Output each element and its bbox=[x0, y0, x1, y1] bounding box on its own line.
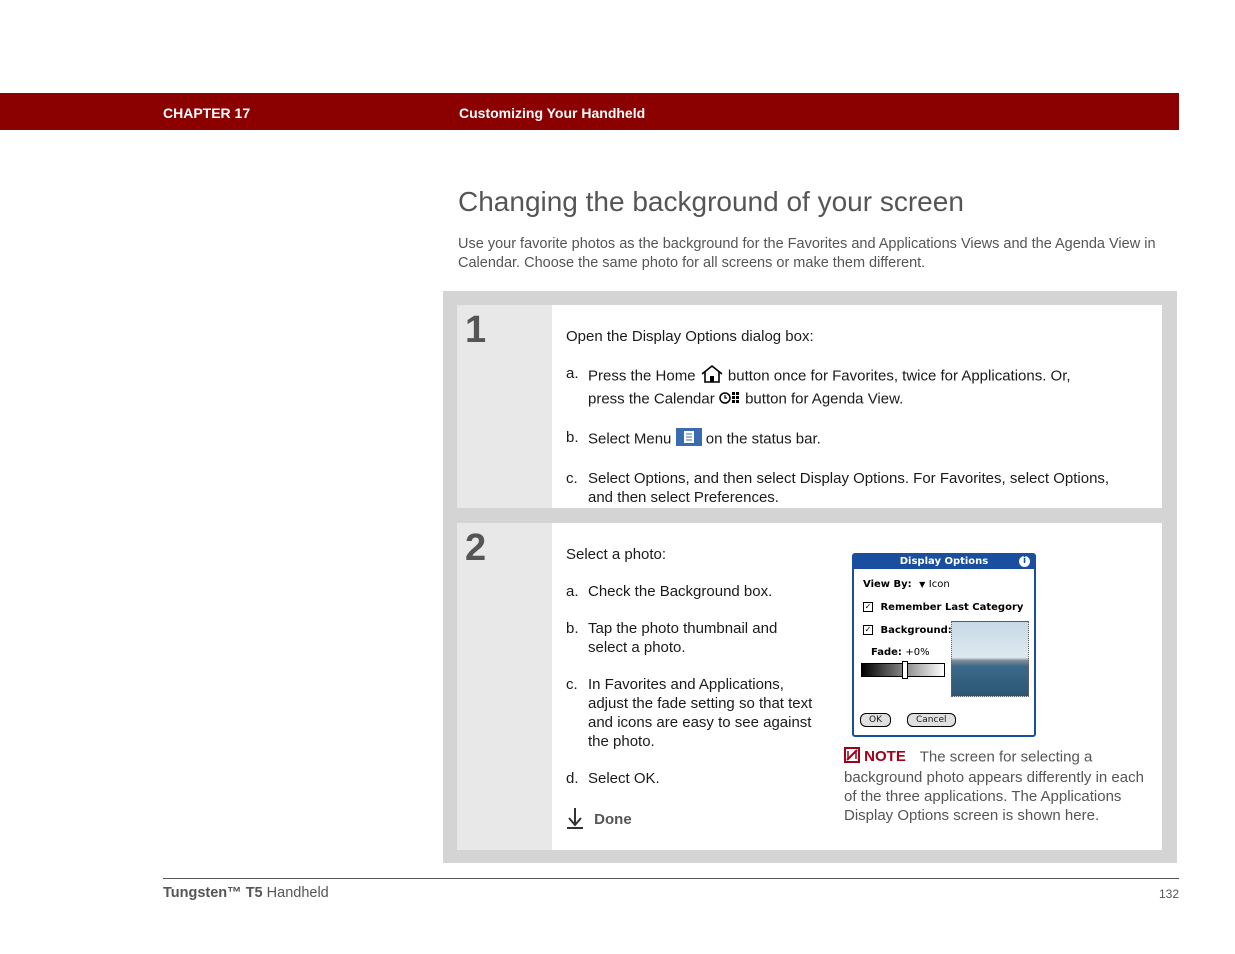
item-label: c. bbox=[566, 470, 578, 487]
fade-slider-knob bbox=[902, 661, 908, 679]
step-number-column: 1 bbox=[457, 305, 552, 508]
background-photo-thumbnail bbox=[951, 621, 1029, 697]
item-label: b. bbox=[566, 429, 579, 446]
step-number-column: 2 bbox=[457, 523, 552, 850]
item-text: Select Options, and then select Display … bbox=[588, 470, 1110, 506]
item-text: on the status bar. bbox=[705, 430, 821, 448]
step-1-body: Open the Display Options dialog box: a. … bbox=[566, 327, 1136, 507]
page-number: 132 bbox=[1158, 887, 1179, 901]
checkbox-checked-icon: ✓ bbox=[863, 625, 873, 635]
step-lead: Open the Display Options dialog box: bbox=[566, 328, 814, 345]
item-label: a. bbox=[566, 365, 579, 382]
done-arrow-icon bbox=[566, 806, 584, 834]
item-text: Select OK. bbox=[588, 770, 660, 787]
fade-slider bbox=[861, 661, 945, 679]
checkbox-checked-icon: ✓ bbox=[863, 602, 873, 612]
item-text: Check the Background box. bbox=[588, 583, 773, 600]
remember-label: Remember Last Category bbox=[880, 602, 1024, 613]
item-text: Press the Home bbox=[588, 367, 696, 385]
item-text: press the Calendar bbox=[588, 390, 715, 408]
menu-icon bbox=[675, 428, 702, 451]
product-name: Tungsten™ T5 bbox=[163, 885, 263, 901]
step-2-panel: 2 Select a photo: a. Check the Backgroun… bbox=[457, 523, 1162, 850]
step-2d: d. Select OK. bbox=[566, 769, 816, 788]
step-2a: a. Check the Background box. bbox=[566, 582, 816, 601]
item-text: button for Agenda View. bbox=[745, 390, 904, 408]
item-label: c. bbox=[566, 676, 578, 693]
product-suffix: Handheld bbox=[266, 885, 329, 901]
view-by-value: Icon bbox=[928, 579, 950, 590]
step-1a: a. Press the Home button once for Favori… bbox=[566, 364, 1136, 410]
palm-title-bar: Display Options i bbox=[854, 555, 1034, 569]
step-number: 1 bbox=[465, 309, 487, 351]
done-label: Done bbox=[594, 810, 632, 828]
step-number: 2 bbox=[465, 527, 487, 569]
home-icon bbox=[700, 364, 724, 389]
step-1b: b. Select Menu on the status bar. bbox=[566, 428, 1136, 451]
remember-row: ✓ Remember Last Category bbox=[863, 602, 1023, 613]
step-2c: c. In Favorites and Applications, adjust… bbox=[566, 675, 816, 751]
calendar-icon bbox=[719, 389, 741, 410]
section-title: Customizing Your Handheld bbox=[459, 105, 646, 121]
fade-label: Fade: bbox=[871, 647, 902, 658]
done-marker: Done bbox=[566, 806, 632, 834]
item-label: b. bbox=[566, 620, 579, 637]
intro-paragraph: Use your favorite photos as the backgrou… bbox=[458, 236, 1156, 271]
view-by-label: View By: bbox=[863, 579, 912, 590]
dropdown-triangle-icon: ▼ bbox=[919, 580, 926, 589]
step-2b: b. Tap the photo thumbnail and select a … bbox=[566, 619, 816, 657]
view-by-row: View By: ▼ Icon bbox=[863, 579, 950, 590]
footer-product: Tungsten™ T5 Handheld bbox=[163, 885, 329, 901]
step-1-panel: 1 Open the Display Options dialog box: a… bbox=[457, 305, 1162, 508]
note-label: NOTE bbox=[864, 748, 906, 766]
fade-value: +0% bbox=[905, 647, 930, 658]
info-icon: i bbox=[1019, 556, 1030, 567]
palm-title: Display Options bbox=[899, 556, 989, 567]
item-label: d. bbox=[566, 770, 579, 787]
step-1c: c. Select Options, and then select Displ… bbox=[566, 469, 1136, 507]
cancel-button: Cancel bbox=[907, 713, 956, 727]
step-2-body: Select a photo: a. Check the Background … bbox=[566, 545, 816, 788]
step-lead: Select a photo: bbox=[566, 546, 667, 563]
item-label: a. bbox=[566, 583, 579, 600]
item-text: In Favorites and Applications, adjust th… bbox=[588, 676, 813, 750]
item-text: button once for Favorites, twice for App… bbox=[727, 367, 1071, 385]
note-block: NOTE The screen for selecting a backgrou… bbox=[844, 747, 1144, 825]
note-icon bbox=[844, 747, 860, 768]
ok-button: OK bbox=[860, 713, 891, 727]
fade-row: Fade: +0% bbox=[871, 647, 930, 658]
background-label: Background: bbox=[880, 625, 952, 636]
background-row: ✓ Background: bbox=[863, 625, 952, 636]
display-options-screenshot: Display Options i View By: ▼ Icon ✓ Reme… bbox=[852, 553, 1036, 737]
item-text: Tap the photo thumbnail and select a pho… bbox=[588, 620, 778, 656]
page-title: Changing the background of your screen bbox=[458, 186, 964, 217]
chapter-label: CHAPTER 17 bbox=[163, 105, 251, 121]
item-text: Select Menu bbox=[588, 430, 672, 448]
footer-rule bbox=[163, 878, 1179, 879]
